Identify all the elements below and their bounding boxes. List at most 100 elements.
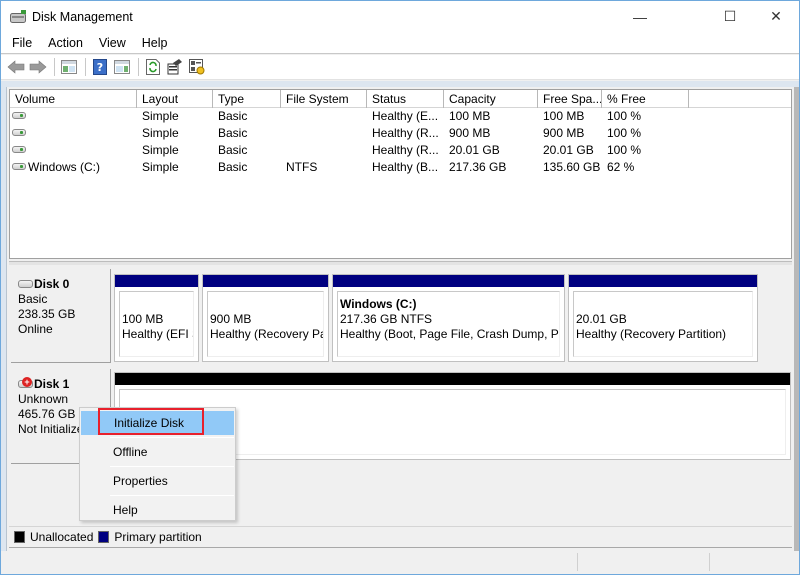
primary-partition-bar (203, 275, 328, 287)
partition-size: 217.36 GB NTFS (340, 312, 433, 326)
type-cell: Basic (218, 143, 248, 157)
disk-0-label[interactable]: Disk 0 Basic 238.35 GB Online (11, 269, 111, 363)
disk-1-name: Disk 1 (34, 377, 70, 391)
menu-separator (110, 437, 234, 438)
layout-cell: Simple (142, 143, 179, 157)
free-space-cell: 900 MB (543, 126, 585, 140)
volume-icon (12, 146, 26, 154)
disk-not-initialized-icon (18, 376, 33, 388)
refresh-button[interactable] (143, 57, 163, 77)
show-hide-action-pane-button[interactable] (112, 57, 132, 77)
disk-icon (18, 279, 33, 288)
free-space-cell: 135.60 GB (543, 160, 601, 174)
partition-windows-c[interactable]: Windows (C:) 217.36 GB NTFS Healthy (Boo… (332, 274, 565, 362)
disk-0-partitions: 100 MB Healthy (EFI S 900 MB Healthy (Re… (114, 274, 761, 362)
menu-item-offline[interactable]: Offline (110, 440, 234, 464)
menu-file[interactable]: File (5, 36, 39, 50)
partition-title (576, 297, 752, 312)
rescan-disks-button[interactable] (187, 57, 207, 77)
volume-row[interactable]: Windows (C:) Simple Basic NTFS Healthy (… (10, 159, 791, 176)
layout-cell: Simple (142, 109, 179, 123)
partition-recovery-2[interactable]: 20.01 GB Healthy (Recovery Partition) (568, 274, 758, 362)
partition-size: 100 MB (122, 312, 164, 326)
window-title: Disk Management (32, 9, 133, 24)
layout-cell: Simple (142, 126, 179, 140)
percent-free-cell: 100 % (607, 109, 642, 123)
minimize-button[interactable]: — (617, 1, 663, 32)
back-button[interactable] (6, 57, 26, 77)
volume-list-header: Volume Layout Type File System Status Ca… (10, 90, 791, 108)
pane-splitter[interactable] (9, 261, 792, 265)
menu-item-help[interactable]: Help (110, 498, 234, 522)
column-header-status[interactable]: Status (367, 90, 444, 108)
column-header-layout[interactable]: Layout (137, 90, 213, 108)
menu-separator (110, 495, 234, 496)
volume-list: Volume Layout Type File System Status Ca… (9, 89, 792, 259)
column-header-percent-free[interactable]: % Free (602, 90, 689, 108)
partition-efi[interactable]: 100 MB Healthy (EFI S (114, 274, 199, 362)
partition-status: Healthy (Recovery Partition) (576, 327, 727, 341)
title-bar: Disk Management — ☐ ✕ (1, 1, 799, 32)
layout-cell: Simple (142, 160, 179, 174)
help-button[interactable]: ? (90, 57, 110, 77)
toolbar: ? (1, 55, 799, 80)
status-bar-divider (577, 553, 578, 571)
menu-action[interactable]: Action (41, 36, 90, 50)
volume-icon (12, 129, 26, 137)
type-cell: Basic (218, 109, 248, 123)
console-tree-icon (61, 60, 77, 74)
percent-free-cell: 100 % (607, 126, 642, 140)
close-button[interactable]: ✕ (753, 1, 799, 32)
capacity-cell: 20.01 GB (449, 143, 500, 157)
type-cell: Basic (218, 160, 248, 174)
partition-recovery-1[interactable]: 900 MB Healthy (Recovery Par (202, 274, 329, 362)
frame-border-right (794, 87, 799, 553)
column-header-file-system[interactable]: File System (281, 90, 367, 108)
column-header-capacity[interactable]: Capacity (444, 90, 538, 108)
capacity-cell: 217.36 GB (449, 160, 507, 174)
maximize-icon: ☐ (723, 8, 737, 24)
primary-partition-bar (115, 275, 198, 287)
maximize-button[interactable]: ☐ (707, 1, 753, 32)
file-system-cell (281, 142, 367, 159)
percent-free-cell: 100 % (607, 143, 642, 157)
back-arrow-icon (7, 60, 25, 74)
menu-help[interactable]: Help (135, 36, 175, 50)
status-cell: Healthy (E... (372, 109, 439, 123)
toolbar-separator (85, 58, 86, 76)
primary-partition-bar (569, 275, 757, 287)
legend-primary-partition: Primary partition (114, 530, 202, 544)
properties-icon (167, 59, 182, 75)
frame-border-left (1, 87, 7, 553)
column-header-type[interactable]: Type (213, 90, 281, 108)
partition-status: Healthy (Recovery Par (210, 327, 324, 341)
volume-row[interactable]: Simple Basic Healthy (E... 100 MB 100 MB… (10, 108, 791, 125)
refresh-icon (146, 59, 160, 75)
help-icon: ? (93, 59, 107, 75)
menu-bar: File Action View Help (1, 32, 799, 54)
disk-0-type: Basic (18, 292, 48, 306)
close-icon: ✕ (770, 8, 782, 24)
column-header-volume[interactable]: Volume (10, 90, 137, 108)
partition-size: 900 MB (210, 312, 252, 326)
forward-button[interactable] (28, 57, 48, 77)
column-header-free-space[interactable]: Free Spa... (538, 90, 602, 108)
show-hide-console-tree-button[interactable] (59, 57, 79, 77)
volume-row[interactable]: Simple Basic Healthy (R... 900 MB 900 MB… (10, 125, 791, 142)
properties-button[interactable] (165, 57, 185, 77)
disk-1-type: Unknown (18, 392, 69, 406)
capacity-cell: 100 MB (449, 109, 491, 123)
partition-title: Windows (C:) (340, 297, 417, 311)
legend: Unallocated Primary partition (9, 526, 792, 548)
disk-0-name: Disk 0 (34, 277, 70, 291)
unallocated-swatch (14, 531, 25, 543)
unallocated-bar (115, 373, 790, 385)
status-bar-divider (709, 553, 710, 571)
percent-free-cell: 62 % (607, 160, 635, 174)
highlight-annotation-box (98, 408, 204, 435)
menu-view[interactable]: View (92, 36, 133, 50)
volume-row[interactable]: Simple Basic Healthy (R... 20.01 GB 20.0… (10, 142, 791, 159)
file-system-cell (281, 108, 367, 125)
column-header-blank (689, 90, 787, 108)
menu-item-properties[interactable]: Properties (110, 469, 234, 493)
